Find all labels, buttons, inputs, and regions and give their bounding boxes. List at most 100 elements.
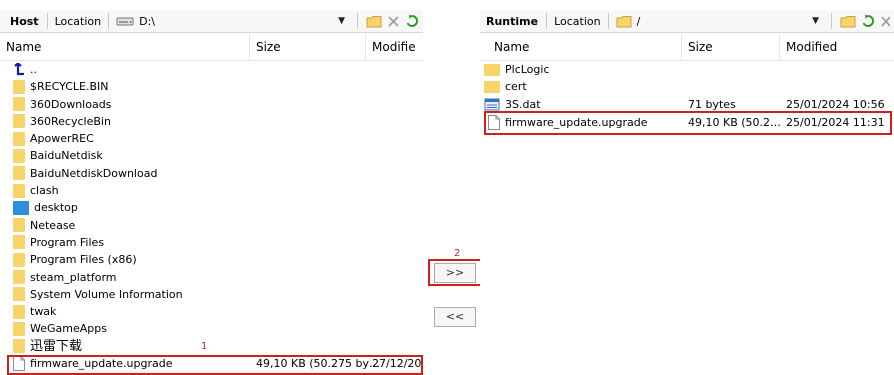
runtime-row-file-firmware[interactable]: firmware_update.upgrade 49,10 KB (50.2… … bbox=[480, 113, 894, 133]
folder-icon bbox=[13, 218, 25, 233]
folder-icon bbox=[13, 235, 25, 250]
file-name: Program Files (x86) bbox=[30, 253, 137, 267]
host-title: Host bbox=[10, 14, 39, 28]
host-row-folder[interactable]: Netease bbox=[0, 217, 423, 234]
runtime-row-folder[interactable]: PlcLogic bbox=[480, 61, 894, 78]
folder-icon bbox=[13, 131, 25, 146]
runtime-row-folder[interactable]: cert bbox=[480, 78, 894, 95]
folder-icon bbox=[13, 114, 25, 129]
delete-icon[interactable] bbox=[880, 15, 890, 28]
file-name: firmware_update.upgrade bbox=[505, 115, 648, 129]
folder-icon bbox=[13, 339, 25, 354]
desktop-icon bbox=[13, 200, 29, 215]
host-row-folder[interactable]: System Volume Information bbox=[0, 286, 423, 303]
host-location-label: Location bbox=[54, 14, 102, 28]
annotation-marker-1: 1 bbox=[201, 341, 208, 352]
file-name: .. bbox=[30, 63, 37, 76]
host-row-folder[interactable]: steam_platform bbox=[0, 269, 423, 286]
runtime-path-combo[interactable]: / bbox=[612, 15, 812, 28]
host-row-folder[interactable]: $RECYCLE.BIN bbox=[0, 78, 423, 95]
host-row-folder[interactable]: 360Downloads bbox=[0, 96, 423, 113]
refresh-icon[interactable] bbox=[405, 14, 419, 28]
host-row-folder[interactable]: Program Files (x86) bbox=[0, 251, 423, 268]
file-modified: 27/12/20 bbox=[372, 357, 422, 371]
runtime-location-label: Location bbox=[554, 14, 601, 28]
toolbar-separator bbox=[46, 13, 48, 29]
new-folder-icon[interactable] bbox=[366, 15, 382, 28]
file-modified: 25/01/2024 11:31 bbox=[786, 115, 885, 129]
host-pane: Host Location D:\ ▼ Name Size Modifie ..… bbox=[0, 0, 423, 375]
file-name: firmware_update.upgrade bbox=[30, 357, 173, 371]
transfer-to-runtime-button[interactable]: >> bbox=[434, 263, 476, 283]
file-name: BaiduNetdiskDownload bbox=[30, 166, 158, 180]
host-column-modified[interactable]: Modifie bbox=[366, 34, 423, 60]
file-name: steam_platform bbox=[30, 270, 117, 284]
folder-icon bbox=[13, 166, 25, 181]
host-row-folder[interactable]: ApowerREC bbox=[0, 130, 423, 147]
file-name: Program Files bbox=[30, 235, 105, 249]
host-path-value: D:\ bbox=[139, 14, 155, 28]
folder-icon bbox=[13, 304, 25, 319]
folder-icon bbox=[13, 148, 25, 163]
toolbar-separator bbox=[546, 13, 548, 29]
host-row-folder[interactable]: twak bbox=[0, 303, 423, 320]
file-name: desktop bbox=[34, 201, 78, 215]
folder-icon bbox=[13, 321, 25, 336]
file-name: 360Downloads bbox=[30, 97, 112, 111]
folder-icon bbox=[13, 79, 25, 94]
chevron-down-icon[interactable]: ▼ bbox=[338, 16, 345, 26]
file-name: 360RecycleBin bbox=[30, 114, 111, 128]
toolbar-separator bbox=[108, 13, 110, 29]
host-row-folder[interactable]: 360RecycleBin bbox=[0, 113, 423, 130]
file-name: cert bbox=[505, 80, 527, 94]
toolbar-separator bbox=[357, 13, 358, 29]
delete-icon[interactable] bbox=[387, 15, 400, 28]
folder-icon bbox=[13, 252, 25, 267]
host-file-list: .. $RECYCLE.BIN 360Downloads 360RecycleB… bbox=[0, 61, 423, 372]
file-name: twak bbox=[30, 305, 57, 319]
file-name: 迅雷下载 bbox=[30, 338, 83, 354]
host-path-combo[interactable]: D:\ bbox=[112, 15, 338, 28]
host-row-up[interactable]: .. bbox=[0, 61, 423, 78]
host-row-folder[interactable]: Program Files bbox=[0, 234, 423, 251]
host-row-folder[interactable]: clash bbox=[0, 182, 423, 199]
dat-file-icon bbox=[484, 98, 500, 111]
toolbar-separator bbox=[607, 13, 609, 29]
folder-icon bbox=[484, 63, 500, 76]
folder-icon bbox=[13, 270, 25, 285]
folder-icon bbox=[13, 183, 25, 198]
drive-icon bbox=[116, 17, 134, 26]
host-row-folder[interactable]: WeGameApps bbox=[0, 320, 423, 337]
refresh-icon[interactable] bbox=[861, 14, 875, 28]
runtime-row-file[interactable]: 3S.dat 71 bytes 25/01/2024 10:56 bbox=[480, 96, 894, 113]
transfer-to-host-button[interactable]: << bbox=[434, 307, 476, 327]
file-size: 71 bytes bbox=[688, 97, 736, 111]
runtime-column-modified[interactable]: Modified bbox=[780, 34, 892, 60]
folder-icon bbox=[616, 15, 632, 27]
host-row-file-firmware[interactable]: firmware_update.upgrade 49,10 KB (50.275… bbox=[0, 355, 423, 372]
chevron-down-icon[interactable]: ▼ bbox=[812, 16, 819, 26]
folder-icon bbox=[13, 287, 25, 302]
host-row-folder[interactable]: desktop bbox=[0, 199, 423, 216]
host-row-folder[interactable]: 迅雷下载 bbox=[0, 338, 423, 355]
host-column-name[interactable]: Name bbox=[0, 34, 250, 60]
runtime-file-list: PlcLogic cert 3S.dat 71 bytes 25/01/2024… bbox=[480, 61, 894, 133]
runtime-column-name[interactable]: Name bbox=[488, 34, 682, 60]
host-column-size[interactable]: Size bbox=[250, 34, 366, 60]
folder-icon bbox=[484, 80, 500, 93]
up-arrow-icon bbox=[14, 63, 24, 76]
host-row-folder[interactable]: BaiduNetdisk bbox=[0, 147, 423, 164]
file-name: BaiduNetdisk bbox=[30, 149, 103, 163]
file-size: 49,10 KB (50.2… bbox=[688, 115, 782, 129]
toolbar-separator bbox=[831, 13, 832, 29]
file-name: $RECYCLE.BIN bbox=[30, 80, 109, 94]
new-folder-icon[interactable] bbox=[840, 15, 856, 28]
file-name: WeGameApps bbox=[30, 322, 107, 336]
host-row-folder[interactable]: BaiduNetdiskDownload bbox=[0, 165, 423, 182]
runtime-path-value: / bbox=[636, 14, 641, 28]
file-name: PlcLogic bbox=[505, 63, 550, 76]
runtime-column-size[interactable]: Size bbox=[682, 34, 780, 60]
file-icon bbox=[488, 115, 500, 131]
file-name: clash bbox=[30, 184, 59, 198]
file-modified: 25/01/2024 10:56 bbox=[786, 97, 885, 111]
